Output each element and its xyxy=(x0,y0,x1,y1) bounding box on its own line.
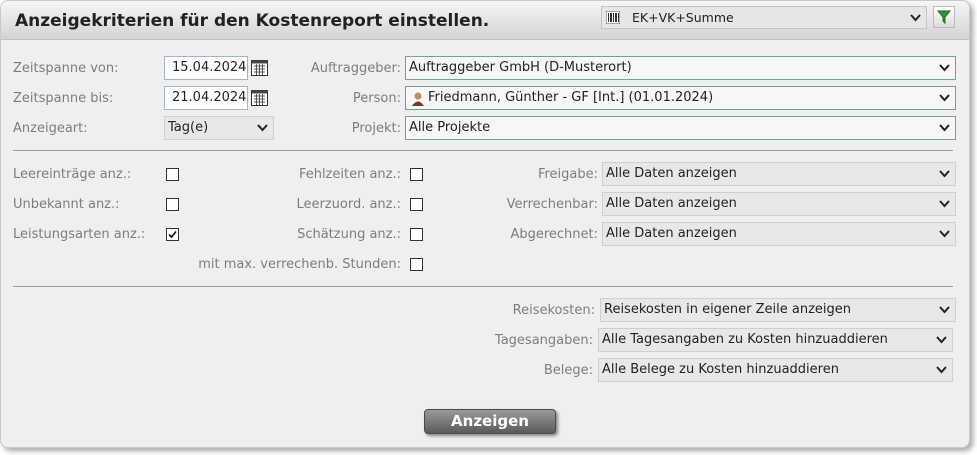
verrechenbar-select[interactable]: Alle Daten anzeigen xyxy=(602,192,956,216)
calendar-icon[interactable] xyxy=(251,89,268,106)
abgerechnet-value: Alle Daten anzeigen xyxy=(606,226,737,241)
zeitspanne-von-input[interactable]: 15.04.2024 xyxy=(164,56,248,80)
belege-value: Alle Belege zu Kosten hinzuaddieren xyxy=(602,362,839,377)
chevron-down-icon xyxy=(939,200,950,208)
leistungsarten-label: Leistungsarten anz.: xyxy=(13,227,146,242)
person-value: Friedmann, Günther - GF [Int.] (01.01.20… xyxy=(428,90,714,105)
leistungsarten-checkbox[interactable] xyxy=(166,228,179,241)
report-type-select[interactable]: EK+VK+Summe xyxy=(601,6,927,29)
zeitspanne-von-label: Zeitspanne von: xyxy=(13,61,119,76)
anzeigeart-label: Anzeigeart: xyxy=(13,121,88,136)
projekt-value: Alle Projekte xyxy=(409,120,491,135)
max-stunden-checkbox[interactable] xyxy=(410,258,423,271)
tagesangaben-label: Tagesangaben: xyxy=(494,333,593,348)
leerzuord-checkbox[interactable] xyxy=(410,198,423,211)
auftraggeber-select[interactable]: Auftraggeber GmbH (D-Musterort) xyxy=(405,56,956,80)
leereintraege-label: Leereinträge anz.: xyxy=(13,167,132,182)
chevron-down-icon xyxy=(939,64,950,72)
projekt-select[interactable]: Alle Projekte xyxy=(405,116,956,140)
reisekosten-select[interactable]: Reisekosten in eigener Zeile anzeigen xyxy=(600,298,956,322)
zeitspanne-bis-label: Zeitspanne bis: xyxy=(13,91,114,106)
panel-header: Anzeigekriterien für den Kostenreport ei… xyxy=(1,1,969,40)
anzeigeart-select[interactable]: Tag(e) xyxy=(164,116,274,140)
freigabe-select[interactable]: Alle Daten anzeigen xyxy=(602,162,956,186)
unbekannt-label: Unbekannt anz.: xyxy=(13,197,120,212)
anzeigen-button[interactable]: Anzeigen xyxy=(424,409,556,434)
tagesangaben-select[interactable]: Alle Tagesangaben zu Kosten hinzuaddiere… xyxy=(598,328,953,352)
page-title: Anzeigekriterien für den Kostenreport ei… xyxy=(15,11,490,31)
zeitspanne-bis-input[interactable]: 21.04.2024 xyxy=(164,86,248,110)
chevron-down-icon xyxy=(939,124,950,132)
chevron-down-icon xyxy=(939,230,950,238)
person-label: Person: xyxy=(352,91,401,106)
reisekosten-value: Reisekosten in eigener Zeile anzeigen xyxy=(604,302,852,317)
fehlzeiten-label: Fehlzeiten anz.: xyxy=(298,167,401,182)
abgerechnet-select[interactable]: Alle Daten anzeigen xyxy=(602,222,956,246)
chevron-down-icon xyxy=(257,124,268,132)
person-select[interactable]: Friedmann, Günther - GF [Int.] (01.01.20… xyxy=(405,86,956,110)
freigabe-value: Alle Daten anzeigen xyxy=(606,166,737,181)
schaetzung-checkbox[interactable] xyxy=(410,228,423,241)
projekt-label: Projekt: xyxy=(351,121,401,136)
belege-select[interactable]: Alle Belege zu Kosten hinzuaddieren xyxy=(598,358,953,382)
barcode-icon xyxy=(606,11,620,24)
freigabe-label: Freigabe: xyxy=(537,167,598,182)
unbekannt-checkbox[interactable] xyxy=(166,198,179,211)
chevron-down-icon xyxy=(939,170,950,178)
section-divider xyxy=(13,286,953,287)
max-stunden-label: mit max. verrechenb. Stunden: xyxy=(198,257,401,272)
report-criteria-panel: Anzeigekriterien für den Kostenreport ei… xyxy=(0,0,970,448)
chevron-down-icon xyxy=(939,306,950,314)
tagesangaben-value: Alle Tagesangaben zu Kosten hinzuaddiere… xyxy=(602,332,888,347)
filter-icon xyxy=(936,10,952,25)
chevron-down-icon xyxy=(910,14,921,22)
fehlzeiten-checkbox[interactable] xyxy=(410,168,423,181)
report-type-value: EK+VK+Summe xyxy=(632,10,734,25)
leerzuord-label: Leerzuord. anz.: xyxy=(296,197,401,212)
abgerechnet-label: Abgerechnet: xyxy=(510,227,598,242)
reisekosten-label: Reisekosten: xyxy=(512,303,595,318)
chevron-down-icon xyxy=(936,336,947,344)
person-avatar-icon xyxy=(412,92,424,106)
verrechenbar-value: Alle Daten anzeigen xyxy=(606,196,737,211)
verrechenbar-label: Verrechenbar: xyxy=(506,197,598,212)
anzeigeart-value: Tag(e) xyxy=(168,120,209,135)
chevron-down-icon xyxy=(939,94,950,102)
belege-label: Belege: xyxy=(543,363,593,378)
auftraggeber-label: Auftraggeber: xyxy=(310,61,401,76)
auftraggeber-value: Auftraggeber GmbH (D-Musterort) xyxy=(409,60,632,75)
leereintraege-checkbox[interactable] xyxy=(166,168,179,181)
calendar-icon[interactable] xyxy=(251,59,268,76)
chevron-down-icon xyxy=(936,366,947,374)
section-divider xyxy=(13,150,953,151)
filter-button[interactable] xyxy=(933,6,955,28)
checkmark-icon xyxy=(168,230,177,239)
schaetzung-label: Schätzung anz.: xyxy=(297,227,401,242)
